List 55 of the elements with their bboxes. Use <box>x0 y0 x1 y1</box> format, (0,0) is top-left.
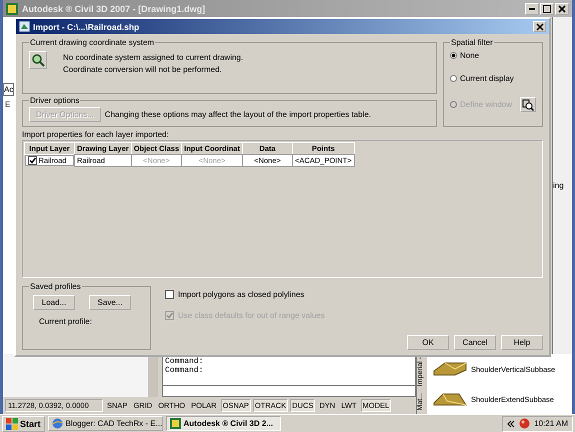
dialog-button[interactable]: OK <box>407 335 449 350</box>
group-label: Saved profiles <box>29 282 82 291</box>
group-label: Spatial filter <box>450 38 494 47</box>
radio-button[interactable]: Current display <box>450 74 514 83</box>
profile-label: Current profile: <box>38 316 93 326</box>
command-line: Command: <box>165 366 204 375</box>
start-button[interactable]: Start <box>2 416 45 432</box>
clock: 10:21 AM <box>534 419 568 428</box>
checkbox-option[interactable]: Import polygons as closed polylines <box>165 290 325 299</box>
magnifier-icon <box>31 53 45 67</box>
pick-window-button[interactable] <box>520 97 536 112</box>
globe-icon <box>52 418 63 429</box>
magnifier-icon <box>522 98 534 110</box>
load-button[interactable]: Load... <box>33 295 75 310</box>
group-label: Current drawing coordinate system <box>29 38 156 47</box>
close-icon <box>536 22 544 30</box>
maximize-button[interactable] <box>540 2 554 14</box>
minimize-button[interactable] <box>525 2 539 14</box>
checkmark-icon <box>28 157 36 164</box>
panel-text: E <box>4 100 12 109</box>
chevron-icon <box>507 420 516 428</box>
windows-logo-icon <box>6 418 18 430</box>
checkbox[interactable] <box>28 156 36 165</box>
taskbar-button[interactable]: Blogger: CAD TechRx - E... <box>48 416 163 431</box>
panel-text: ing <box>553 181 564 190</box>
tray-app-icon <box>519 418 530 429</box>
info-text: Coordinate conversion will not be performed. <box>63 65 223 74</box>
window-title: Autodesk ® Civil 3D 2007 - [Drawing1.dwg] <box>22 4 206 14</box>
close-button[interactable] <box>555 2 569 14</box>
close-icon <box>557 4 567 14</box>
dialog-icon <box>19 21 30 32</box>
command-line: Command: <box>165 357 204 366</box>
table-caption: Import properties for each layer imported: <box>22 130 170 139</box>
taskbar-button[interactable]: Autodesk ® Civil 3D 2... <box>166 416 281 431</box>
maximize-icon <box>542 4 552 14</box>
wedge-shape-icon <box>433 361 467 377</box>
minimize-icon <box>529 8 535 10</box>
save-button[interactable]: Save... <box>89 295 131 310</box>
app-icon <box>170 418 181 429</box>
info-text: No coordinate system assigned to current drawing. <box>63 53 244 62</box>
group-label: Driver options <box>29 96 80 105</box>
dialog-button[interactable]: Cancel <box>454 335 496 350</box>
coordinate-system-button[interactable] <box>29 51 47 69</box>
layer-field[interactable]: Ac <box>3 83 14 96</box>
radio-circle[interactable] <box>450 52 457 59</box>
app-icon <box>6 2 18 14</box>
info-text: Changing these options may affect the layout of the import properties table. <box>104 110 372 119</box>
checkmark-icon <box>166 312 173 319</box>
close-button[interactable] <box>533 21 546 32</box>
wedge-shape-icon <box>433 391 467 407</box>
checkbox[interactable] <box>165 290 174 299</box>
radio-button[interactable]: None <box>450 51 480 60</box>
dialog-button[interactable]: Help <box>501 335 543 350</box>
radio-circle[interactable] <box>450 75 457 82</box>
dialog-title: Import - C:\...\Railroad.shp <box>33 22 140 32</box>
